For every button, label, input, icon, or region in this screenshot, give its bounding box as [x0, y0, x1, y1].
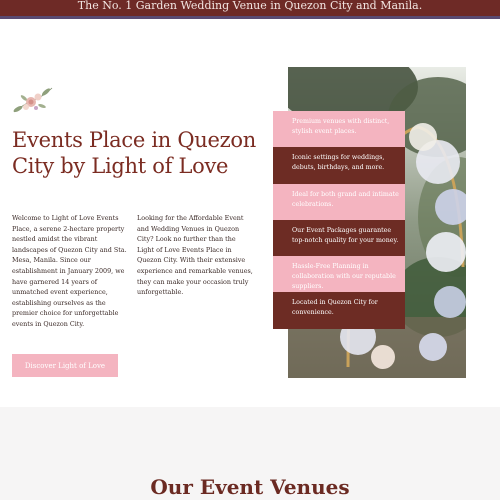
banner-text: The No. 1 Garden Wedding Venue in Quezon…	[77, 0, 423, 12]
section-title-event-venues: Our Event Venues	[150, 475, 350, 499]
floral-decoration-icon	[13, 87, 53, 113]
feature-item: Our Event Packages guarantee top-notch q…	[273, 219, 405, 257]
feature-item: Located in Quezon City for convenience.	[273, 292, 405, 329]
intro-paragraph-right: Looking for the Affordable Event and Wed…	[137, 214, 253, 297]
feature-item: Hassle-Free Planning in collaboration wi…	[273, 256, 405, 293]
feature-item: Iconic settings for weddings, debuts, bi…	[273, 147, 405, 184]
top-banner: The No. 1 Garden Wedding Venue in Quezon…	[0, 0, 500, 19]
feature-list: Premium venues with distinct, stylish ev…	[273, 111, 405, 329]
feature-item: Ideal for both grand and intimate celebr…	[273, 183, 405, 220]
feature-item: Premium venues with distinct, stylish ev…	[273, 111, 405, 148]
discover-light-of-love-button[interactable]: Discover Light of Love	[12, 354, 118, 377]
intro-paragraph-left: Welcome to Light of Love Events Place, a…	[12, 214, 127, 328]
page-title: Events Place in Quezon City by Light of …	[12, 128, 256, 178]
